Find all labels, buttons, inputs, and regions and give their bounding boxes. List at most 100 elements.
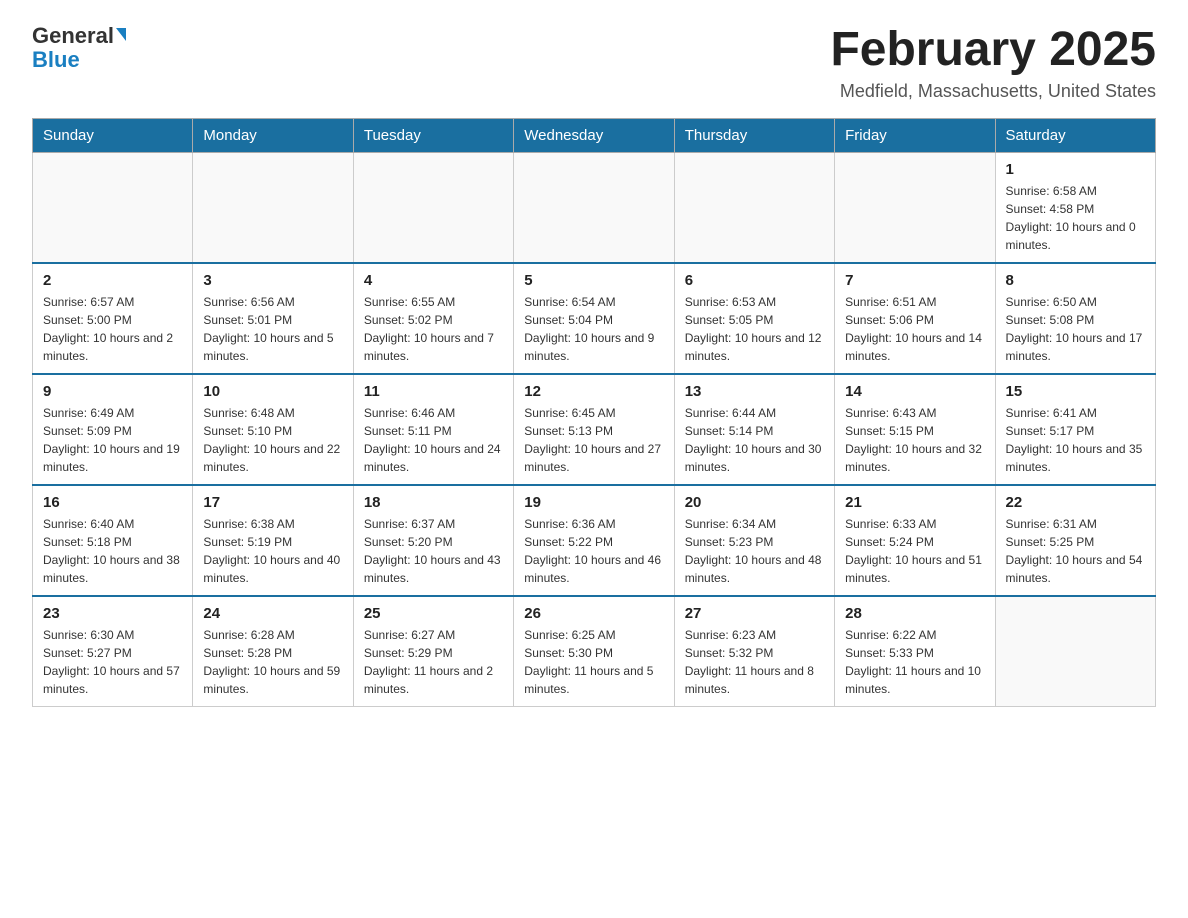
day-info: Sunrise: 6:53 AM Sunset: 5:05 PM Dayligh… bbox=[685, 293, 824, 365]
calendar-cell: 16Sunrise: 6:40 AM Sunset: 5:18 PM Dayli… bbox=[33, 485, 193, 596]
day-number: 15 bbox=[1006, 383, 1145, 400]
column-header-sunday: Sunday bbox=[33, 118, 193, 152]
calendar-cell: 23 Sunrise: 6:30 AM Sunset: 5:27 PM Dayli… bbox=[33, 596, 193, 707]
calendar-cell: 26 Sunrise: 6:25 AM Sunset: 5:30 PM Dayli… bbox=[514, 596, 674, 707]
day-number: 23 bbox=[43, 605, 182, 622]
calendar-cell: 19 Sunrise: 6:36 AM Sunset: 5:22 PM Dayli… bbox=[514, 485, 674, 596]
calendar-header-row: SundayMondayTuesdayWednesdayThursdayFrid… bbox=[33, 118, 1156, 152]
day-number: 28 bbox=[845, 605, 984, 622]
day-info: Sunrise: 6:57 AM Sunset: 5:00 PM Dayligh… bbox=[43, 293, 182, 365]
day-number: 7 bbox=[845, 272, 984, 289]
calendar-week-row: 23 Sunrise: 6:30 AM Sunset: 5:27 PM Dayli… bbox=[33, 596, 1156, 707]
column-header-friday: Friday bbox=[835, 118, 995, 152]
day-info: Sunrise: 6:46 AM Sunset: 5:11 PM Dayligh… bbox=[364, 404, 503, 476]
calendar-cell: 13 Sunrise: 6:44 AM Sunset: 5:14 PM Dayli… bbox=[674, 374, 834, 485]
day-info: Sunrise: 6:41 AM Sunset: 5:17 PM Dayligh… bbox=[1006, 404, 1145, 476]
day-info: Sunrise: 6:25 AM Sunset: 5:30 PM Dayligh… bbox=[524, 626, 663, 698]
day-number: 24 bbox=[203, 605, 342, 622]
calendar-cell bbox=[193, 152, 353, 263]
location-subtitle: Medfield, Massachusetts, United States bbox=[830, 81, 1156, 102]
calendar-cell: 2 Sunrise: 6:57 AM Sunset: 5:00 PM Daylig… bbox=[33, 263, 193, 374]
day-info: Sunrise: 6:51 AM Sunset: 5:06 PM Dayligh… bbox=[845, 293, 984, 365]
day-number: 9 bbox=[43, 383, 182, 400]
day-info: Sunrise: 6:38 AM Sunset: 5:19 PM Dayligh… bbox=[203, 515, 342, 587]
calendar-cell: 6 Sunrise: 6:53 AM Sunset: 5:05 PM Daylig… bbox=[674, 263, 834, 374]
day-number: 2 bbox=[43, 272, 182, 289]
day-number: 3 bbox=[203, 272, 342, 289]
column-header-wednesday: Wednesday bbox=[514, 118, 674, 152]
calendar-cell: 3 Sunrise: 6:56 AM Sunset: 5:01 PM Daylig… bbox=[193, 263, 353, 374]
calendar-cell: 11 Sunrise: 6:46 AM Sunset: 5:11 PM Dayli… bbox=[353, 374, 513, 485]
calendar-cell: 24 Sunrise: 6:28 AM Sunset: 5:28 PM Dayli… bbox=[193, 596, 353, 707]
day-info: Sunrise: 6:56 AM Sunset: 5:01 PM Dayligh… bbox=[203, 293, 342, 365]
day-info: Sunrise: 6:48 AM Sunset: 5:10 PM Dayligh… bbox=[203, 404, 342, 476]
day-number: 18 bbox=[364, 494, 503, 511]
day-info: Sunrise: 6:45 AM Sunset: 5:13 PM Dayligh… bbox=[524, 404, 663, 476]
calendar-week-row: 2 Sunrise: 6:57 AM Sunset: 5:00 PM Daylig… bbox=[33, 263, 1156, 374]
calendar-cell: 10 Sunrise: 6:48 AM Sunset: 5:10 PM Dayli… bbox=[193, 374, 353, 485]
day-info: Sunrise: 6:30 AM Sunset: 5:27 PM Dayligh… bbox=[43, 626, 182, 698]
day-number: 1 bbox=[1006, 161, 1145, 178]
day-number: 11 bbox=[364, 383, 503, 400]
day-info: Sunrise: 6:44 AM Sunset: 5:14 PM Dayligh… bbox=[685, 404, 824, 476]
day-number: 19 bbox=[524, 494, 663, 511]
calendar-cell: 15 Sunrise: 6:41 AM Sunset: 5:17 PM Dayli… bbox=[995, 374, 1155, 485]
day-info: Sunrise: 6:49 AM Sunset: 5:09 PM Dayligh… bbox=[43, 404, 182, 476]
logo-blue-text: Blue bbox=[32, 48, 80, 72]
calendar-cell bbox=[353, 152, 513, 263]
logo-general-text: General bbox=[32, 24, 114, 48]
calendar-cell: 21 Sunrise: 6:33 AM Sunset: 5:24 PM Dayli… bbox=[835, 485, 995, 596]
calendar-table: SundayMondayTuesdayWednesdayThursdayFrid… bbox=[32, 118, 1156, 707]
calendar-cell bbox=[33, 152, 193, 263]
page-header: General Blue February 2025 Medfield, Mas… bbox=[32, 24, 1156, 102]
day-number: 10 bbox=[203, 383, 342, 400]
day-number: 16 bbox=[43, 494, 182, 511]
column-header-tuesday: Tuesday bbox=[353, 118, 513, 152]
calendar-cell: 12Sunrise: 6:45 AM Sunset: 5:13 PM Dayli… bbox=[514, 374, 674, 485]
column-header-thursday: Thursday bbox=[674, 118, 834, 152]
day-number: 4 bbox=[364, 272, 503, 289]
calendar-week-row: 9 Sunrise: 6:49 AM Sunset: 5:09 PM Daylig… bbox=[33, 374, 1156, 485]
day-number: 25 bbox=[364, 605, 503, 622]
calendar-cell: 9 Sunrise: 6:49 AM Sunset: 5:09 PM Daylig… bbox=[33, 374, 193, 485]
day-number: 6 bbox=[685, 272, 824, 289]
day-info: Sunrise: 6:27 AM Sunset: 5:29 PM Dayligh… bbox=[364, 626, 503, 698]
calendar-cell: 28Sunrise: 6:22 AM Sunset: 5:33 PM Dayli… bbox=[835, 596, 995, 707]
column-header-monday: Monday bbox=[193, 118, 353, 152]
calendar-cell: 5 Sunrise: 6:54 AM Sunset: 5:04 PM Daylig… bbox=[514, 263, 674, 374]
calendar-cell bbox=[674, 152, 834, 263]
calendar-cell: 8 Sunrise: 6:50 AM Sunset: 5:08 PM Daylig… bbox=[995, 263, 1155, 374]
day-number: 27 bbox=[685, 605, 824, 622]
calendar-cell: 1Sunrise: 6:58 AM Sunset: 4:58 PM Daylig… bbox=[995, 152, 1155, 263]
day-number: 8 bbox=[1006, 272, 1145, 289]
day-number: 14 bbox=[845, 383, 984, 400]
day-info: Sunrise: 6:55 AM Sunset: 5:02 PM Dayligh… bbox=[364, 293, 503, 365]
day-info: Sunrise: 6:50 AM Sunset: 5:08 PM Dayligh… bbox=[1006, 293, 1145, 365]
calendar-cell: 27Sunrise: 6:23 AM Sunset: 5:32 PM Dayli… bbox=[674, 596, 834, 707]
day-number: 20 bbox=[685, 494, 824, 511]
day-number: 13 bbox=[685, 383, 824, 400]
day-info: Sunrise: 6:28 AM Sunset: 5:28 PM Dayligh… bbox=[203, 626, 342, 698]
logo: General Blue bbox=[32, 24, 126, 72]
day-number: 5 bbox=[524, 272, 663, 289]
calendar-cell: 4 Sunrise: 6:55 AM Sunset: 5:02 PM Daylig… bbox=[353, 263, 513, 374]
calendar-cell bbox=[995, 596, 1155, 707]
calendar-cell: 14 Sunrise: 6:43 AM Sunset: 5:15 PM Dayli… bbox=[835, 374, 995, 485]
day-info: Sunrise: 6:33 AM Sunset: 5:24 PM Dayligh… bbox=[845, 515, 984, 587]
day-info: Sunrise: 6:34 AM Sunset: 5:23 PM Dayligh… bbox=[685, 515, 824, 587]
day-info: Sunrise: 6:36 AM Sunset: 5:22 PM Dayligh… bbox=[524, 515, 663, 587]
day-number: 26 bbox=[524, 605, 663, 622]
calendar-week-row: 16Sunrise: 6:40 AM Sunset: 5:18 PM Dayli… bbox=[33, 485, 1156, 596]
calendar-cell: 20 Sunrise: 6:34 AM Sunset: 5:23 PM Dayli… bbox=[674, 485, 834, 596]
day-info: Sunrise: 6:54 AM Sunset: 5:04 PM Dayligh… bbox=[524, 293, 663, 365]
day-number: 21 bbox=[845, 494, 984, 511]
month-title: February 2025 bbox=[830, 24, 1156, 77]
day-info: Sunrise: 6:43 AM Sunset: 5:15 PM Dayligh… bbox=[845, 404, 984, 476]
day-info: Sunrise: 6:31 AM Sunset: 5:25 PM Dayligh… bbox=[1006, 515, 1145, 587]
calendar-cell: 22Sunrise: 6:31 AM Sunset: 5:25 PM Dayli… bbox=[995, 485, 1155, 596]
calendar-cell bbox=[835, 152, 995, 263]
calendar-cell bbox=[514, 152, 674, 263]
calendar-cell: 7 Sunrise: 6:51 AM Sunset: 5:06 PM Daylig… bbox=[835, 263, 995, 374]
calendar-week-row: 1Sunrise: 6:58 AM Sunset: 4:58 PM Daylig… bbox=[33, 152, 1156, 263]
day-number: 17 bbox=[203, 494, 342, 511]
